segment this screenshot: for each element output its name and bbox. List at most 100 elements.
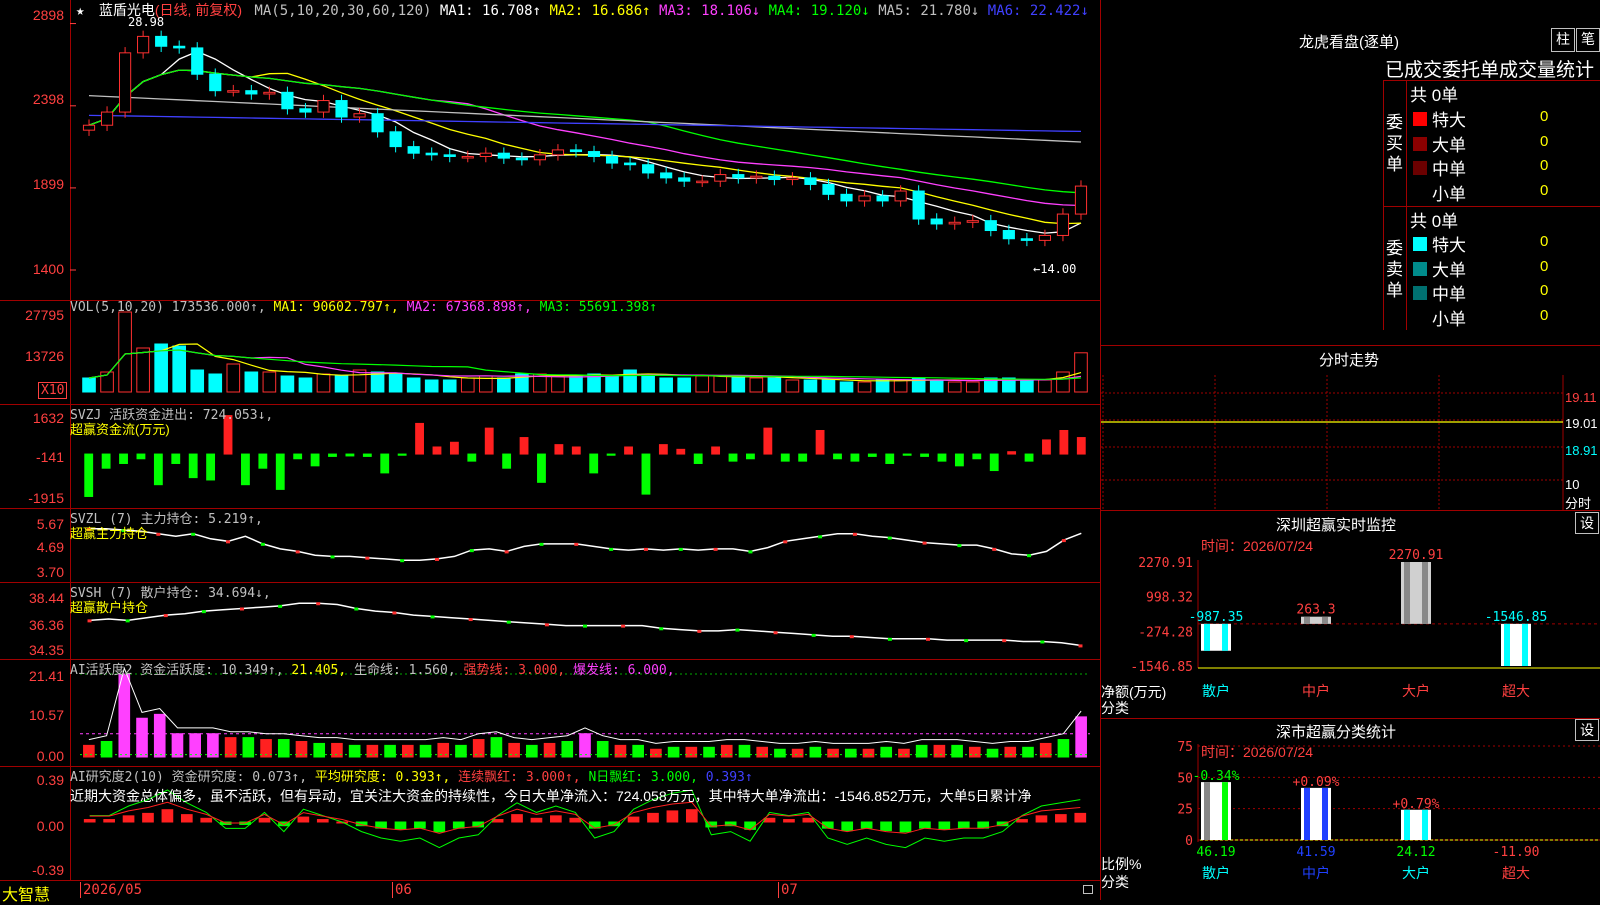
svsh-dot — [887, 637, 892, 641]
date-tick: 2026/05 — [80, 882, 142, 898]
monitor-bar-shade — [1504, 623, 1510, 666]
candle — [696, 180, 709, 184]
svzl-sub: 超赢主力持仓 — [70, 526, 149, 541]
svzj-bar — [624, 446, 633, 455]
svsh-dot — [544, 623, 549, 627]
monitor-bar-label: -1546.85 — [1485, 610, 1548, 625]
lock-icon[interactable] — [1083, 885, 1093, 894]
candle — [1002, 230, 1015, 240]
svzl-panel[interactable]: 5.67 4.69 3.70 SVZL (7) 主力持仓: 5.219↑, 超赢… — [0, 508, 1100, 583]
svzl-dot — [365, 556, 370, 560]
svzj-panel[interactable]: 1632 -141 -1915 SVZJ 活跃资金进出: 724.053↓, 超… — [0, 404, 1100, 509]
svsh-dot — [87, 619, 92, 623]
ai-research-panel[interactable]: 0.39 0.00 -0.39 AI研究度2(10) 资金研究度: 0.073↑… — [0, 766, 1100, 880]
intraday-chart[interactable] — [1101, 345, 1600, 510]
research-bar — [122, 815, 135, 823]
research-bar — [142, 812, 154, 823]
intraday-panel[interactable]: 分时走势 19.11 19.01 18.91 10 分时 — [1100, 345, 1600, 511]
candle — [281, 91, 294, 110]
ai-activity-panel[interactable]: 21.41 10.57 0.00 AI活跃度2 资金活跃度: 10.349↑, … — [0, 659, 1100, 767]
vol-ma2: MA2: 67368.898↑, — [406, 300, 532, 315]
svsh-dot — [1078, 644, 1083, 648]
activity-bar — [862, 748, 875, 758]
svzj-bar — [432, 446, 442, 455]
ai2-v2: 平均研究度: 0.393↑, — [314, 770, 451, 785]
ai2-v5: 0.393↑ — [705, 770, 753, 785]
research-bar — [1035, 815, 1048, 823]
period-label[interactable]: (日线, 前复权) — [155, 2, 242, 18]
ai2-commentary: 近期大资金总体偏多，虽不活跃，但有异动，宜关注大资金的持续性，今日大单净流入：7… — [70, 788, 1032, 804]
svsh-panel[interactable]: 38.44 36.36 34.35 SVSH (7) 散户持仓: 34.694↓… — [0, 582, 1100, 660]
vol-title: VOL(5,10,20) 173536.000↑, — [70, 300, 266, 315]
svsh-dot — [964, 639, 969, 643]
ma-value-5: MA5: 21.780↓ — [878, 3, 988, 19]
research-bar — [530, 817, 543, 823]
column-view-button[interactable]: 柱 — [1551, 28, 1575, 52]
activity-bar — [791, 748, 804, 758]
activity-bar — [898, 748, 910, 758]
classify-tick: 50 — [1177, 771, 1193, 786]
activity-bar — [915, 744, 928, 758]
svzl-dot — [957, 544, 962, 548]
dragon-header: 已成交委托单成交量统计 — [1385, 60, 1595, 81]
classify-panel: 深市超赢分类统计 设 时间：2026/07/24 75 50 25 0 -0.34% 46… — [1100, 718, 1600, 900]
research-bar — [744, 821, 756, 830]
volume-bar — [713, 375, 728, 393]
activity-bar — [650, 748, 662, 758]
volume-bar — [947, 381, 962, 393]
svzj-bar — [171, 453, 181, 464]
svzj-bar — [937, 453, 947, 462]
star-icon[interactable]: ★ — [76, 3, 84, 19]
candle — [461, 155, 474, 159]
sell-row-label: 中单 — [1432, 285, 1466, 304]
svzj-bar — [554, 444, 564, 455]
activity-bar — [348, 744, 361, 758]
volume-bar — [118, 311, 132, 393]
svsh-dot — [392, 611, 397, 615]
app-logo[interactable]: 大智慧 — [2, 881, 50, 905]
classify-xlabel: 分类 — [1101, 874, 1129, 890]
ma-line-2 — [88, 69, 1082, 225]
classify-category: 中户 — [1302, 865, 1330, 882]
sell-row-label: 小单 — [1432, 309, 1466, 329]
svzl-dot — [469, 549, 474, 553]
volume-chart[interactable] — [0, 300, 1100, 404]
candle — [443, 154, 456, 157]
sell-swatch — [1413, 286, 1427, 300]
buy-swatch — [1413, 112, 1427, 126]
svzl-dot — [226, 540, 231, 544]
svzj-bar — [449, 441, 459, 455]
activity-bar — [738, 744, 751, 758]
volume-bar — [893, 379, 908, 393]
volume-bar — [1056, 371, 1070, 393]
monitor-chart[interactable]: 2270.91 998.32 -274.28 -1546.85 -987.35 散户 263… — [1101, 510, 1600, 718]
svzj-bar — [606, 453, 616, 456]
candle — [425, 152, 438, 156]
ma-line-6 — [88, 114, 1082, 133]
research-bar — [180, 814, 193, 823]
volume-bar — [460, 377, 475, 393]
volume-panel[interactable]: 27795 13726 X10 VOL(5,10,20) 173536.000↑… — [0, 300, 1100, 405]
intraday-tick: 19.01 — [1565, 416, 1598, 431]
sell-row-label: 大单 — [1432, 260, 1466, 280]
dragon-title: 龙虎看盘(逐单) — [1299, 34, 1399, 51]
dragon-panel: 龙虎看盘(逐单) 柱 笔 已成交委托单成交量统计 委买单 委卖单 共 0单 共 … — [1100, 0, 1600, 346]
candlestick-chart[interactable] — [0, 0, 1100, 300]
candle — [804, 177, 817, 185]
classify-chart[interactable]: 75 50 25 0 -0.34% 46.19 散户 +0.09% 41.59 中户 +0.79% 2… — [1101, 718, 1600, 900]
tick-view-button[interactable]: 笔 — [1576, 28, 1600, 52]
ai2-v3: 连续飘红: 3.000↑, — [458, 770, 581, 785]
activity-bar — [472, 739, 485, 758]
classify-bar-shade — [1404, 809, 1410, 840]
monitor-panel: 深圳超赢实时监控 设 时间：2026/07/24 2270.91 998.32 -2… — [1100, 510, 1600, 719]
price-panel[interactable]: 2898 2398 1899 1400 ★ 蓝盾光电(日线, 前复权) MA(5… — [0, 0, 1100, 301]
research-bar — [938, 821, 951, 830]
research-bar — [647, 812, 659, 823]
sell-row-value: 0 — [1540, 306, 1549, 324]
volume-bar — [1074, 352, 1088, 393]
research-bar — [569, 817, 582, 823]
buy-row-label: 中单 — [1432, 160, 1466, 179]
svsh-dot — [583, 624, 587, 628]
volume-bar — [244, 371, 259, 393]
svzl-dot — [400, 559, 405, 563]
